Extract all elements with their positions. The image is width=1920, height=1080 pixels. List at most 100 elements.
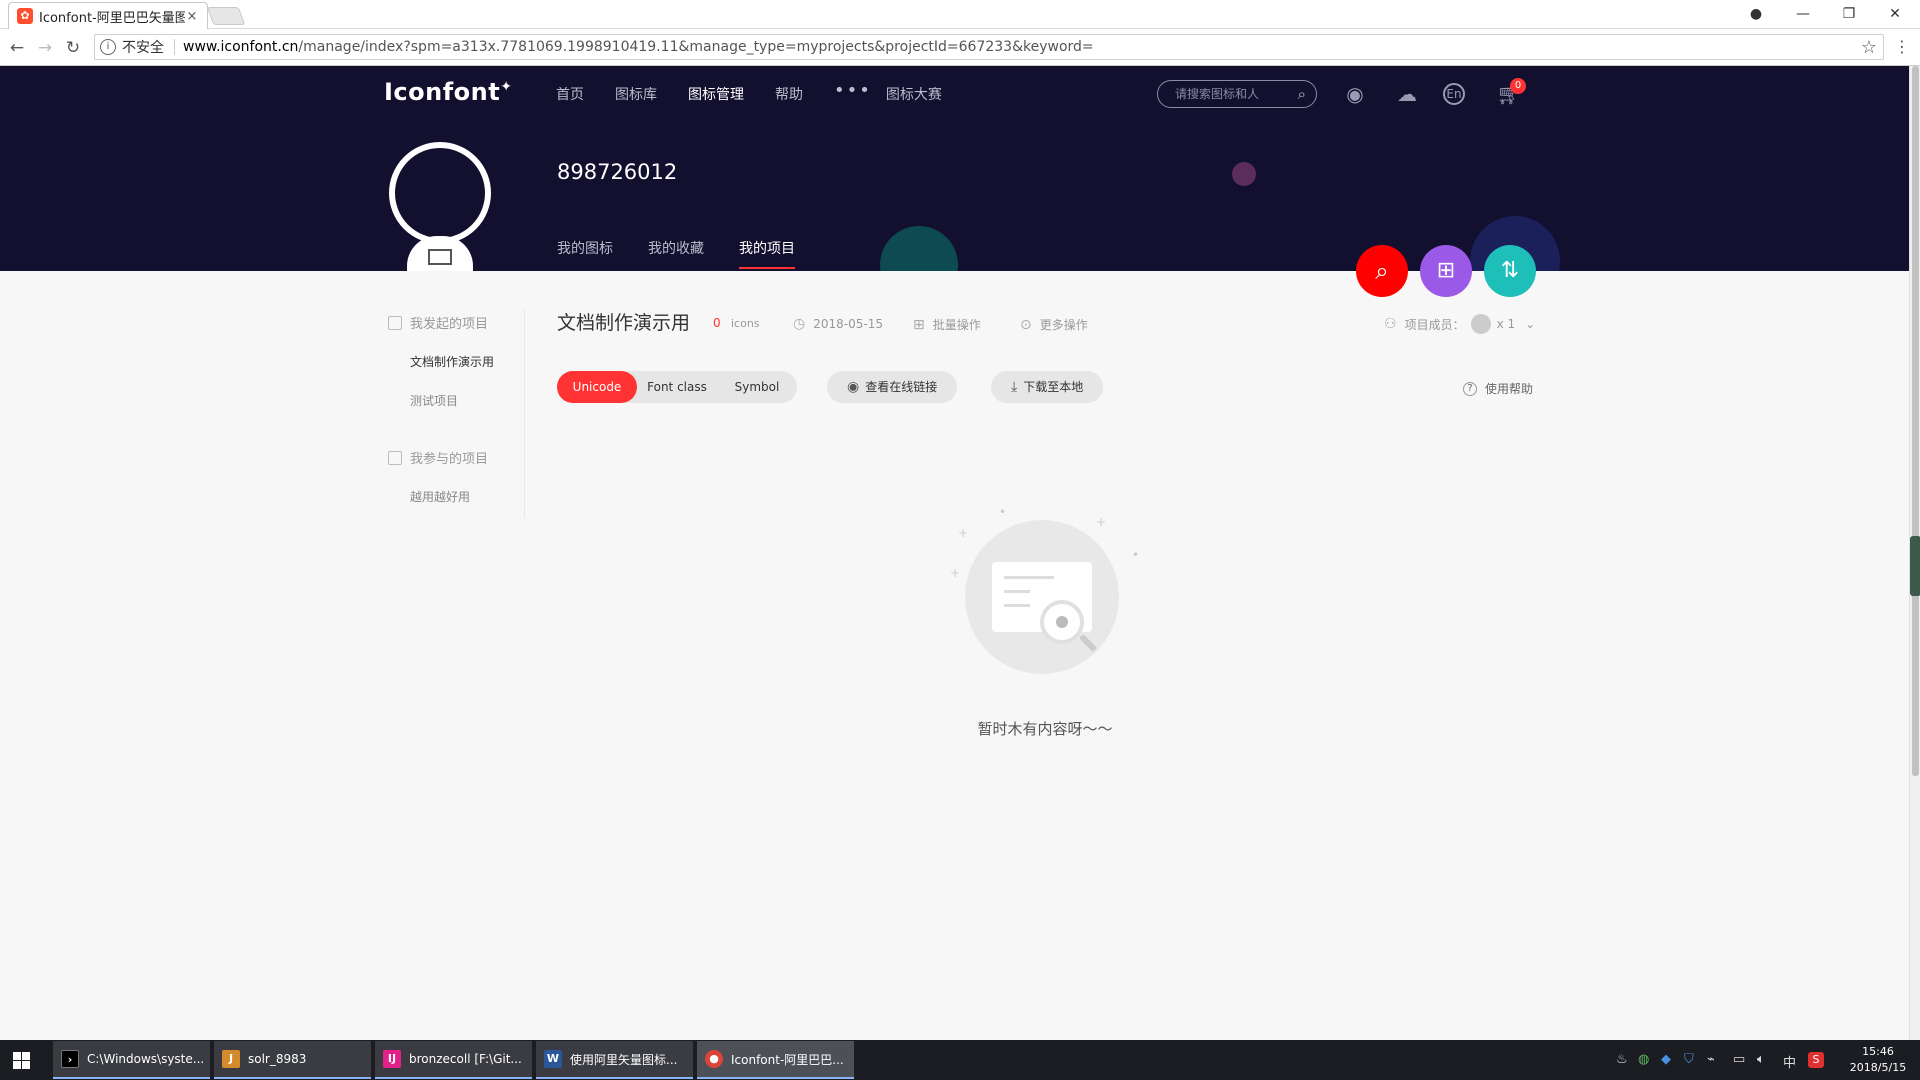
project-members[interactable]: ⚇ 项目成员： x 1 ⌄ — [1384, 314, 1535, 334]
taskbar-label: 使用阿里矢量图标... — [570, 1052, 678, 1067]
magnifier-icon — [1040, 600, 1084, 644]
restore-button[interactable]: ❐ — [1826, 0, 1872, 28]
new-tab-button[interactable] — [206, 7, 246, 25]
decorative-circle — [880, 226, 958, 271]
wechat-icon[interactable]: ◍ — [1638, 1052, 1649, 1067]
browser-toolbar: ← → ↻ i 不安全 www.iconfont.cn /manage/inde… — [0, 29, 1920, 66]
tab-close-icon[interactable]: × — [185, 9, 199, 24]
taskbar-item-cmd[interactable]: › C:\Windows\syste... — [53, 1041, 210, 1079]
omnibox-divider — [174, 39, 175, 55]
search-fab-button[interactable]: ⌕ — [1356, 245, 1408, 297]
members-label: 项目成员： — [1404, 317, 1465, 332]
nav-contest[interactable]: 图标大赛 — [886, 84, 942, 104]
windows-taskbar: › C:\Windows\syste... J solr_8983 IJ bro… — [0, 1040, 1920, 1080]
search-icon[interactable]: ⌕ — [1298, 81, 1306, 107]
tray-bird-icon[interactable]: ◆ — [1661, 1052, 1671, 1067]
ime-indicator[interactable]: 中 — [1783, 1052, 1796, 1071]
reload-icon[interactable]: ↻ — [62, 37, 84, 59]
info-icon[interactable]: i — [100, 39, 116, 55]
bookmark-star-icon[interactable]: ☆ — [1861, 37, 1877, 58]
sparkle-icon: • — [1132, 548, 1140, 562]
usage-help-link[interactable]: ? 使用帮助 — [1463, 380, 1533, 397]
tray-app-icon[interactable]: ♨ — [1616, 1052, 1628, 1067]
nav-help[interactable]: 帮助 — [775, 84, 803, 104]
close-window-button[interactable]: ✕ — [1872, 0, 1918, 28]
address-bar[interactable]: i 不安全 www.iconfont.cn /manage/index?spm=… — [94, 34, 1884, 60]
chrome-menu-icon[interactable]: ⋮ — [1894, 37, 1910, 56]
sogou-ime-icon[interactable]: S — [1808, 1052, 1824, 1068]
java-icon: J — [222, 1050, 240, 1068]
sidebar-item-test-project[interactable]: 测试项目 — [410, 392, 458, 409]
network-icon[interactable]: ⌁ — [1707, 1052, 1715, 1067]
taskbar-item-chrome[interactable]: ● Iconfont-阿里巴巴... — [697, 1041, 854, 1079]
batch-operations-button[interactable]: ⊞ 批量操作 — [913, 316, 981, 333]
question-icon: ? — [1463, 381, 1477, 396]
chrome-icon: ● — [705, 1050, 723, 1068]
grid-icon: ⊞ — [913, 316, 925, 333]
help-label: 使用帮助 — [1485, 382, 1534, 396]
back-icon[interactable]: ← — [6, 37, 28, 59]
tab-symbol[interactable]: Symbol — [717, 371, 797, 403]
language-icon[interactable]: En — [1443, 83, 1465, 105]
shield-icon[interactable]: ⛉ — [1684, 1052, 1694, 1067]
taskbar-label: bronzecoll [F:\Git... — [409, 1052, 522, 1066]
empty-state-text: 暂时木有内容呀～～ — [977, 720, 1113, 738]
sparkle-icon: • — [999, 505, 1007, 519]
clock-date: 2018/5/15 — [1849, 1061, 1907, 1074]
download-local-button[interactable]: ⤓ 下载至本地 — [991, 371, 1104, 403]
sidebar-group-label: 我发起的项目 — [410, 317, 489, 332]
sidebar-group-created: 我发起的项目 — [388, 313, 488, 332]
word-icon: W — [544, 1050, 562, 1068]
tab-my-favorites[interactable]: 我的收藏 — [648, 238, 704, 269]
scrollbar-thumb[interactable] — [1912, 66, 1919, 776]
monitor-icon[interactable]: ▭ — [1733, 1052, 1745, 1067]
tab-my-icons[interactable]: 我的图标 — [557, 238, 613, 269]
search-input[interactable]: 请搜索图标和人 ⌕ — [1157, 80, 1317, 108]
tab-font-class[interactable]: Font class — [637, 371, 717, 403]
taskbar-item-solr[interactable]: J solr_8983 — [214, 1041, 371, 1079]
profile-icon[interactable]: ● — [1733, 0, 1779, 28]
sparkle-icon: + — [950, 566, 961, 580]
project-title: 文档制作演示用 — [557, 312, 691, 334]
project-date-text: 2018-05-15 — [813, 317, 883, 331]
project-date: ◷ 2018-05-15 — [793, 316, 883, 332]
tab-my-projects[interactable]: 我的项目 — [739, 238, 795, 269]
nav-icon-library[interactable]: 图标库 — [615, 84, 657, 104]
nav-icon-manage[interactable]: 图标管理 — [688, 84, 744, 104]
taskbar-item-intellij[interactable]: IJ bronzecoll [F:\Git... — [375, 1041, 532, 1079]
sidebar-item-demo-project[interactable]: 文档制作演示用 — [410, 353, 494, 370]
system-clock[interactable]: 15:46 2018/5/15 — [1838, 1044, 1918, 1076]
list-icon — [388, 450, 402, 465]
nav-more[interactable]: ••• — [834, 82, 872, 104]
upload-cloud-icon[interactable]: ☁ — [1393, 80, 1421, 108]
browser-tab-strip: ✿ Iconfont-阿里巴巴矢量图 × ● — ❐ ✕ — [0, 0, 1920, 29]
download-icon: ⤓ — [1011, 379, 1018, 395]
taskbar-item-word[interactable]: W 使用阿里矢量图标... — [536, 1041, 693, 1079]
chevron-down-icon[interactable]: ⌄ — [1525, 317, 1535, 331]
site-header: Iconfont✦ 首页 图标库 图标管理 帮助 ••• 图标大赛 请搜索图标和… — [0, 66, 1909, 271]
browser-tab[interactable]: ✿ Iconfont-阿里巴巴矢量图 × — [8, 2, 208, 29]
view-online-link-button[interactable]: ◉ 查看在线链接 — [827, 371, 958, 403]
iconfont-favicon-icon: ✿ — [17, 8, 33, 24]
members-count: x 1 — [1496, 317, 1516, 331]
taskbar-label: Iconfont-阿里巴巴... — [731, 1052, 844, 1067]
sort-fab-button[interactable]: ⇅ — [1484, 245, 1536, 297]
more-dots-icon: ⊙ — [1020, 316, 1032, 333]
page-scrollbar[interactable] — [1909, 66, 1920, 1040]
more-operations-button[interactable]: ⊙ 更多操作 — [1020, 316, 1088, 333]
tab-unicode[interactable]: Unicode — [557, 371, 637, 403]
windows-start-icon[interactable] — [13, 1052, 30, 1069]
avatar[interactable] — [389, 142, 491, 244]
sidebar-group-label: 我参与的项目 — [410, 452, 489, 467]
nav-home[interactable]: 首页 — [556, 84, 584, 104]
iconfont-logo[interactable]: Iconfont✦ — [384, 78, 512, 106]
volume-icon[interactable]: 🔈︎ — [1757, 1052, 1765, 1067]
insecure-label[interactable]: 不安全 — [122, 37, 164, 57]
new-project-fab-button[interactable]: ⊞ — [1420, 245, 1472, 297]
top-nav: 首页 图标库 图标管理 帮助 ••• 图标大赛 — [556, 82, 973, 104]
github-icon[interactable]: ◉ — [1341, 80, 1369, 108]
sidebar-item-joined-project[interactable]: 越用越好用 — [410, 488, 470, 505]
minimize-button[interactable]: — — [1780, 0, 1826, 28]
forward-icon[interactable]: → — [34, 37, 56, 59]
download-label: 下载至本地 — [1023, 380, 1084, 394]
